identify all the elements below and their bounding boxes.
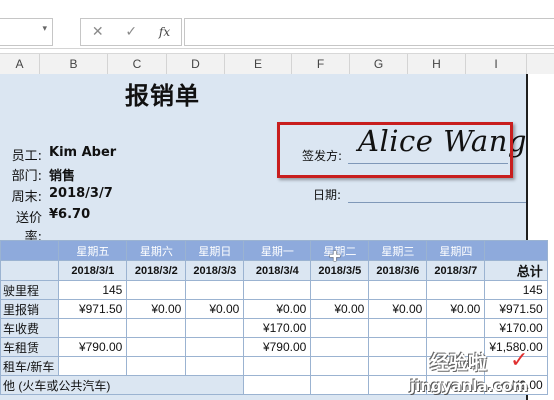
signature-highlight-box [277, 122, 513, 178]
rate-value[interactable]: ¥6.70 [49, 207, 90, 222]
table-cell[interactable]: 2018/3/2 [126, 260, 187, 281]
cell-cursor-icon: ✚ [329, 249, 341, 265]
date-label: 日期: [313, 188, 342, 202]
table-cell[interactable]: ¥0.00 [126, 299, 187, 319]
table-cell[interactable]: 星期四 [426, 240, 486, 261]
enter-icon[interactable]: ✓ [125, 24, 137, 40]
watermark-check-icon: ✓ [510, 348, 529, 373]
table-cell[interactable] [126, 280, 187, 300]
table-row: 驶里程 145 145 [0, 280, 548, 300]
cancel-icon[interactable]: ✕ [92, 24, 104, 40]
table-cell[interactable] [243, 356, 312, 376]
table-cell[interactable] [310, 375, 370, 395]
column-header-c[interactable]: C [108, 54, 167, 74]
row-label[interactable]: 车租赁 [0, 337, 60, 357]
table-cell[interactable]: 星期一 [243, 240, 312, 261]
table-cell[interactable]: 2018/3/6 [368, 260, 428, 281]
row-label[interactable]: 他 (火车或公共汽车) [0, 375, 245, 395]
table-cell[interactable] [368, 318, 428, 338]
column-header-f[interactable]: F [292, 54, 350, 74]
row-label[interactable]: 车收费 [0, 318, 60, 338]
table-cell[interactable]: 星期三 [368, 240, 428, 261]
table-cell[interactable] [126, 337, 187, 357]
row-label[interactable]: 驶里程 [0, 280, 60, 300]
table-row: 里报销 ¥971.50 ¥0.00 ¥0.00 ¥0.00 ¥0.00 ¥0.0… [0, 299, 548, 319]
table-cell[interactable] [185, 280, 245, 300]
table-cell[interactable]: ¥170.00 [243, 318, 312, 338]
date-header-row: 2018/3/1 2018/3/2 2018/3/3 2018/3/4 2018… [0, 260, 548, 281]
table-cell[interactable] [310, 337, 370, 357]
table-cell[interactable] [426, 280, 486, 300]
table-cell[interactable] [310, 280, 370, 300]
watermark-text: 经验啦 [430, 352, 488, 374]
table-cell[interactable] [126, 356, 187, 376]
table-cell[interactable]: ¥0.00 [185, 299, 245, 319]
week-end-value[interactable]: 2018/3/7 [49, 186, 113, 201]
table-cell[interactable]: ¥0.00 [310, 299, 370, 319]
date-line[interactable] [348, 202, 526, 203]
table-cell[interactable]: 星期日 [185, 240, 245, 261]
formula-bar: ▾ ✕ ✓ fx [0, 0, 554, 49]
employee-value[interactable]: Kim Aber [49, 145, 116, 160]
column-header-i[interactable]: I [466, 54, 527, 74]
table-cell[interactable] [185, 356, 245, 376]
table-cell[interactable] [58, 318, 128, 338]
table-cell[interactable]: 2018/3/4 [243, 260, 312, 281]
employee-label: 员工: [11, 149, 42, 164]
table-cell[interactable]: ¥790.00 [58, 337, 128, 357]
table-cell[interactable] [185, 318, 245, 338]
table-cell[interactable] [484, 240, 548, 261]
table-row: 车收费 ¥170.00 ¥170.00 [0, 318, 548, 338]
formula-buttons: ✕ ✓ fx [80, 18, 182, 46]
column-header-h[interactable]: H [408, 54, 466, 74]
chevron-down-icon[interactable]: ▾ [42, 24, 47, 34]
weekday-header-row: 星期五 星期六 星期日 星期一 星期二 星期三 星期四 [0, 240, 548, 261]
table-cell[interactable]: ¥170.00 [484, 318, 548, 338]
row-label[interactable]: 租车/新车 [0, 356, 60, 376]
column-header-e[interactable]: E [225, 54, 292, 74]
column-header-d[interactable]: D [167, 54, 225, 74]
name-box[interactable]: ▾ [0, 18, 53, 46]
column-header-a[interactable]: A [0, 54, 40, 74]
table-cell[interactable]: 145 [484, 280, 548, 300]
table-cell[interactable] [310, 318, 370, 338]
column-header-g[interactable]: G [350, 54, 408, 74]
table-cell[interactable] [243, 280, 312, 300]
watermark-url: jingyanla.com [410, 377, 529, 395]
table-cell[interactable] [426, 318, 486, 338]
table-cell[interactable]: ¥790.00 [243, 337, 312, 357]
formula-input[interactable] [184, 18, 554, 46]
table-cell[interactable] [368, 280, 428, 300]
table-cell[interactable]: 145 [58, 280, 128, 300]
column-header-bar: A B C D E F G H I [0, 53, 554, 75]
department-label: 部门: [11, 169, 42, 184]
table-cell[interactable]: 星期六 [126, 240, 187, 261]
table-cell[interactable] [368, 337, 428, 357]
table-cell[interactable] [0, 240, 60, 261]
table-cell[interactable] [185, 337, 245, 357]
table-cell[interactable]: 2018/3/7 [426, 260, 486, 281]
page-title[interactable]: 报销单 [125, 76, 200, 111]
table-cell[interactable]: ¥971.50 [58, 299, 128, 319]
table-cell[interactable] [0, 260, 60, 281]
department-value[interactable]: 销售 [49, 165, 75, 184]
table-cell[interactable]: ¥0.00 [368, 299, 428, 319]
table-cell[interactable]: ¥971.50 [484, 299, 548, 319]
total-header[interactable]: 总计 [484, 260, 548, 281]
table-cell[interactable]: ¥0.00 [243, 299, 312, 319]
table-cell[interactable] [58, 356, 128, 376]
row-label[interactable]: 里报销 [0, 299, 60, 319]
table-cell[interactable] [126, 318, 187, 338]
table-cell[interactable]: 星期五 [58, 240, 128, 261]
table-cell[interactable] [310, 356, 370, 376]
table-cell[interactable]: ¥0.00 [426, 299, 486, 319]
insert-function-icon[interactable]: fx [159, 25, 170, 39]
week-end-label: 周末: [11, 190, 42, 205]
column-header-b[interactable]: B [40, 54, 108, 74]
table-cell[interactable]: 2018/3/3 [185, 260, 245, 281]
table-cell[interactable] [368, 356, 428, 376]
table-cell[interactable] [243, 375, 312, 395]
table-cell[interactable]: 2018/3/1 [58, 260, 128, 281]
